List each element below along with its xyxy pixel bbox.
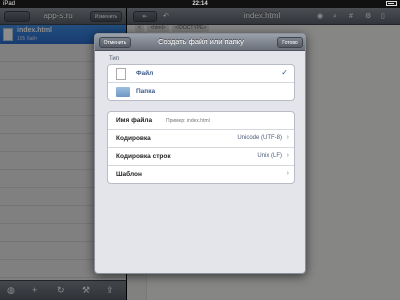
type-option-folder[interactable]: Папка bbox=[108, 83, 294, 101]
type-option-label: Папка bbox=[136, 88, 156, 95]
line-ending-row[interactable]: Кодировка строк Unix (LF) › bbox=[108, 148, 294, 166]
template-label: Шаблон bbox=[116, 171, 142, 178]
encoding-value: Unicode (UTF-8) bbox=[237, 135, 282, 141]
line-ending-label: Кодировка строк bbox=[116, 153, 171, 160]
file-settings-group: Имя файла Кодировка Unicode (UTF-8) › Ко… bbox=[107, 111, 295, 184]
battery-icon bbox=[386, 1, 397, 6]
filename-input[interactable] bbox=[166, 118, 276, 124]
done-button[interactable]: Готово bbox=[277, 37, 303, 48]
status-bar: iPad 22:14 bbox=[0, 0, 400, 8]
template-row[interactable]: Шаблон › bbox=[108, 166, 294, 184]
filename-row[interactable]: Имя файла bbox=[108, 112, 294, 130]
chevron-right-icon: › bbox=[286, 152, 289, 159]
file-icon bbox=[116, 68, 126, 80]
type-option-file[interactable]: Файл ✓ bbox=[108, 65, 294, 83]
type-group: Файл ✓ Папка bbox=[107, 64, 295, 101]
chevron-right-icon: › bbox=[286, 134, 289, 141]
dialog-header: Отменить Создать файл или папку Готово bbox=[95, 34, 305, 51]
checkmark-icon: ✓ bbox=[281, 68, 288, 77]
type-option-label: Файл bbox=[136, 70, 154, 77]
line-ending-value: Unix (LF) bbox=[257, 153, 282, 159]
folder-icon bbox=[116, 87, 130, 97]
type-section-label: Тип bbox=[109, 56, 120, 62]
dialog-title: Создать файл или папку bbox=[158, 37, 244, 46]
create-file-dialog: Отменить Создать файл или папку Готово Т… bbox=[94, 33, 306, 274]
cancel-button[interactable]: Отменить bbox=[99, 37, 131, 48]
chevron-right-icon: › bbox=[286, 170, 289, 177]
encoding-row[interactable]: Кодировка Unicode (UTF-8) › bbox=[108, 130, 294, 148]
encoding-label: Кодировка bbox=[116, 135, 151, 142]
clock: 22:14 bbox=[192, 1, 208, 7]
filename-label: Имя файла bbox=[116, 117, 153, 124]
